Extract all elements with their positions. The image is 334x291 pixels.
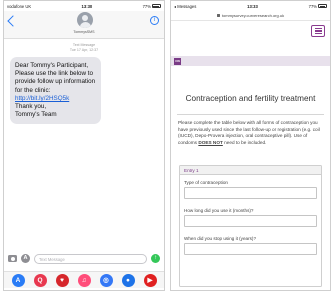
- hamburger-menu-button[interactable]: [311, 25, 325, 37]
- messages-screen: vodafone UK 13:30 77% TommysSMS i Text M…: [3, 0, 165, 291]
- conversation-header: TommysSMS i: [4, 11, 164, 39]
- app-tray: A Q ♥ ♫ ◎ ● ▶: [4, 271, 164, 288]
- message-line: provide follow up information: [15, 78, 96, 86]
- battery-icon: [151, 4, 161, 9]
- menu-line: [314, 28, 322, 30]
- search-images-icon[interactable]: Q: [33, 273, 47, 287]
- carrier-label: vodafone UK: [7, 3, 32, 9]
- back-chevron-icon[interactable]: [7, 15, 19, 27]
- site-progress-bar: ON: [171, 56, 330, 66]
- message-line: for the clinic:: [15, 86, 51, 94]
- entry-card: Entry 1 Type of contraception How long d…: [179, 165, 322, 287]
- stopped-years-input[interactable]: [184, 243, 317, 255]
- form-title: Contraception and fertility treatment: [185, 94, 316, 103]
- instructions-end: need to be included.: [224, 139, 267, 145]
- clock: 13:33: [247, 3, 258, 9]
- video-icon[interactable]: ▶: [143, 273, 157, 287]
- apps-icon[interactable]: ◎: [99, 273, 113, 287]
- avatar-body: [79, 22, 91, 28]
- menu-line: [314, 32, 322, 34]
- message-composer: A Text Message ↑: [4, 251, 164, 266]
- battery-indicator: 77%: [143, 4, 161, 9]
- contraception-type-input[interactable]: [184, 187, 317, 199]
- message-line: Dear Tommy's Participant,: [15, 62, 89, 69]
- battery-icon: [318, 4, 327, 9]
- form-instructions: Please complete the table below with all…: [178, 120, 324, 146]
- avatar-head: [82, 15, 88, 21]
- divider: [177, 114, 324, 115]
- message-meta: Text Message Tue 17 Apr, 12:37: [4, 43, 164, 52]
- battery-indicator: 77%: [309, 4, 327, 9]
- status-bar: vodafone UK 13:30 77%: [4, 1, 164, 11]
- message-input[interactable]: Text Message: [34, 253, 147, 264]
- url-bar[interactable]: tommysurvey.curveresearch.org.uk: [171, 11, 330, 21]
- message-link[interactable]: http://bit.ly/2HSQ5k: [15, 95, 96, 103]
- menu-line: [314, 30, 322, 32]
- site-badge: ON: [174, 57, 181, 65]
- battery-level: 77%: [308, 3, 317, 9]
- lock-icon: [216, 14, 220, 17]
- back-to-app[interactable]: ◂ Messages: [174, 4, 196, 9]
- field-label-duration: How long did you use it (months)?: [184, 208, 254, 213]
- camera-icon[interactable]: [8, 255, 17, 262]
- message-line: Please use the link below to: [15, 70, 94, 78]
- browser-screen: ◂ Messages 13:33 77% tommysurvey.curvere…: [170, 0, 331, 291]
- photo-icon[interactable]: ●: [121, 273, 135, 287]
- app-store-icon[interactable]: A: [11, 273, 25, 287]
- duration-months-input[interactable]: [184, 215, 317, 227]
- message-closing: Thank you,: [15, 103, 47, 111]
- message-timestamp: Tue 17 Apr, 12:37: [69, 47, 99, 52]
- battery-level: 77%: [142, 3, 151, 9]
- instructions-emphasis: DOES NOT: [198, 139, 223, 145]
- field-label-type: Type of contraception: [184, 180, 228, 185]
- entry-header: Entry 1: [180, 166, 321, 175]
- send-icon[interactable]: ↑: [151, 254, 160, 263]
- message-bubble: Dear Tommy's Participant, Please use the…: [10, 57, 101, 125]
- message-signature: Tommy's Team: [15, 111, 57, 119]
- appstore-icon[interactable]: A: [21, 254, 30, 263]
- url-text[interactable]: tommysurvey.curveresearch.org.uk: [222, 13, 284, 18]
- status-bar: ◂ Messages 13:33 77%: [171, 1, 330, 11]
- contact-name[interactable]: TommysSMS: [4, 30, 164, 34]
- field-label-stopped: When did you stop using it (years)?: [184, 236, 257, 241]
- music-icon[interactable]: ♫: [77, 273, 91, 287]
- heart-sticker-icon[interactable]: ♥: [55, 273, 69, 287]
- info-icon[interactable]: i: [150, 16, 159, 25]
- clock: 13:30: [81, 3, 93, 9]
- contact-avatar[interactable]: [77, 12, 93, 28]
